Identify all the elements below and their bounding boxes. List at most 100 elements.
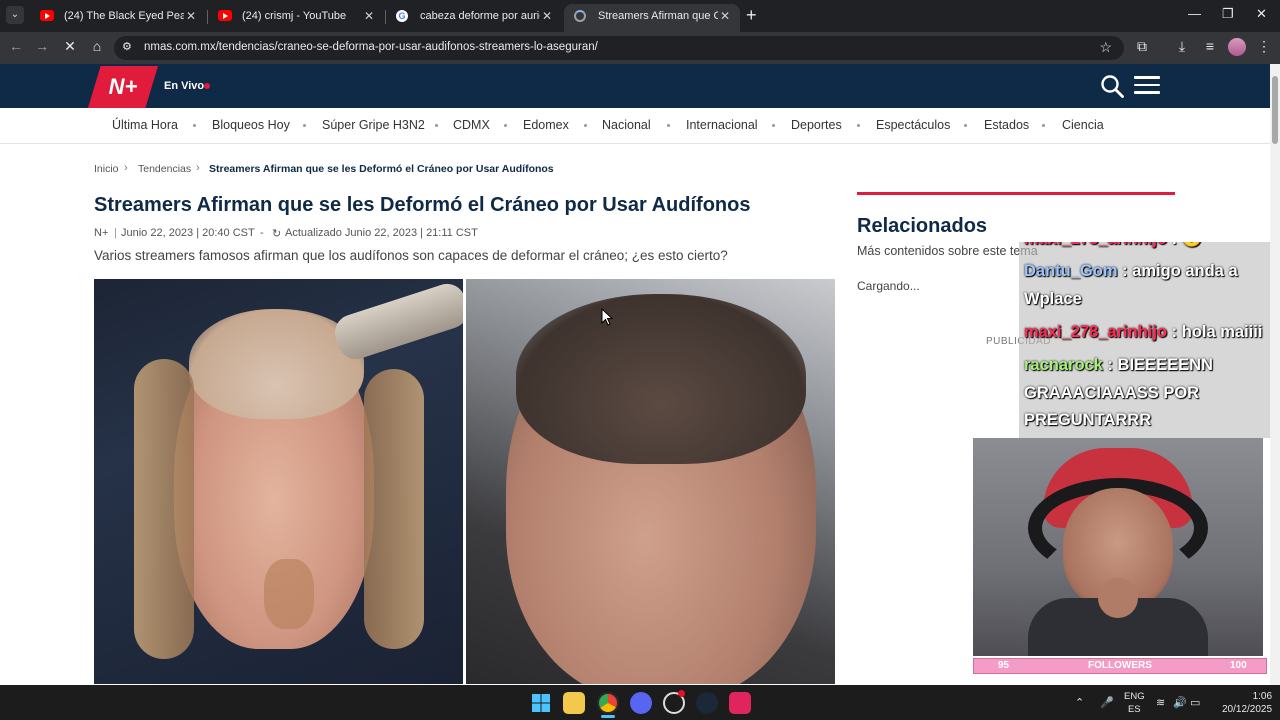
microphone-icon[interactable]: 🎤: [1100, 696, 1114, 709]
nav-separator: [303, 124, 306, 127]
steam-icon[interactable]: [696, 692, 718, 714]
close-tab-icon[interactable]: ✕: [186, 4, 196, 28]
nav-item-bloqueos-hoy[interactable]: Bloqueos Hoy: [212, 118, 290, 132]
nav-item-estados[interactable]: Estados: [984, 118, 1029, 132]
article-image-right: [466, 279, 835, 684]
loading-icon: [574, 10, 586, 22]
tab-streamers-article[interactable]: Streamers Afirman que Cráneo ✕: [564, 4, 740, 32]
article-author[interactable]: N+: [94, 227, 108, 239]
nav-item-espectaculos[interactable]: Espectáculos: [876, 118, 950, 132]
live-indicator-icon: [204, 83, 210, 89]
tiktok-icon[interactable]: [729, 692, 751, 714]
tab-crismj-youtube[interactable]: (24) crismj - YouTube ✕: [208, 4, 384, 32]
google-icon: G: [396, 10, 408, 22]
followers-goal: 100: [1230, 660, 1247, 671]
profile-avatar[interactable]: [1228, 38, 1246, 56]
search-icon[interactable]: [1100, 74, 1124, 98]
stream-chat-overlay: maxi_278_arinhijo : 🙂 Dantu_Gom : amigo …: [1019, 242, 1270, 438]
close-tab-icon[interactable]: ✕: [720, 4, 730, 28]
nav-separator: [772, 124, 775, 127]
notification-badge: [678, 690, 685, 697]
system-clock[interactable]: 1:06 20/12/2025: [1222, 690, 1272, 716]
nav-item-ultima-hora[interactable]: Última Hora: [112, 118, 178, 132]
media-queue-icon[interactable]: ≡: [1200, 38, 1220, 54]
nav-separator: [667, 124, 670, 127]
forward-icon[interactable]: →: [32, 38, 52, 54]
related-subtitle: Más contenidos sobre este tema: [857, 244, 1038, 258]
webcam-overlay: [973, 438, 1263, 656]
followers-goal-bar: 95 FOLLOWERS 100: [973, 658, 1267, 674]
nav-item-internacional[interactable]: Internacional: [686, 118, 758, 132]
mouse-cursor-icon: [601, 308, 613, 326]
related-accent-bar: [857, 192, 1175, 195]
file-explorer-icon[interactable]: [563, 692, 585, 714]
scrollbar-thumb[interactable]: [1272, 76, 1278, 144]
breadcrumb-current: Streamers Afirman que se les Deformó el …: [209, 163, 554, 175]
bookmark-star-icon[interactable]: ☆: [1099, 39, 1112, 56]
close-tab-icon[interactable]: ✕: [364, 4, 374, 28]
article-lede: Varios streamers famosos afirman que los…: [94, 248, 728, 263]
beard: [264, 559, 314, 629]
nav-item-super-gripe[interactable]: Súper Gripe H3N2: [322, 118, 425, 132]
breadcrumb-tendencias[interactable]: Tendencias: [138, 163, 191, 175]
meta-divider: |: [114, 227, 117, 239]
wifi-icon[interactable]: ≋: [1156, 696, 1165, 709]
discord-icon[interactable]: [630, 692, 652, 714]
meta-dash: -: [260, 227, 264, 239]
nav-separator: [504, 124, 507, 127]
updated-date: Actualizado Junio 22, 2023 | 21:11 CST: [285, 227, 478, 239]
hand: [1098, 578, 1138, 618]
nav-separator: [435, 124, 438, 127]
chat-message: Dantu_Gom : amigo anda a: [1024, 262, 1238, 280]
nav-separator: [193, 124, 196, 127]
related-loading-text: Cargando...: [857, 279, 920, 293]
more-menu-icon[interactable]: ⋮: [1254, 38, 1274, 55]
restore-icon[interactable]: ❐: [1222, 6, 1234, 22]
chat-message: maxi_278_arinhijo : hola maiiii: [1024, 323, 1263, 341]
downloads-icon[interactable]: ⤓: [1172, 38, 1192, 55]
breadcrumb-inicio[interactable]: Inicio: [94, 163, 119, 175]
tab-google-search[interactable]: G cabeza deforme por auriculares ✕: [386, 4, 562, 32]
extensions-icon[interactable]: ⧉: [1132, 38, 1152, 55]
nav-separator: [857, 124, 860, 127]
nav-item-ciencia[interactable]: Ciencia: [1062, 118, 1104, 132]
nav-item-cdmx[interactable]: CDMX: [453, 118, 490, 132]
minimize-icon[interactable]: —: [1188, 6, 1201, 21]
battery-icon[interactable]: ▭: [1190, 696, 1200, 709]
nav-item-edomex[interactable]: Edomex: [523, 118, 569, 132]
address-bar[interactable]: ⚙ nmas.com.mx/tendencias/craneo-se-defor…: [114, 36, 1124, 60]
close-tab-icon[interactable]: ✕: [542, 4, 552, 28]
related-title: Relacionados: [857, 215, 988, 237]
nav-item-nacional[interactable]: Nacional: [602, 118, 651, 132]
hamburger-menu-icon[interactable]: [1134, 76, 1160, 96]
nav-separator: [964, 124, 967, 127]
tab-search-button[interactable]: ⌄: [6, 6, 24, 24]
published-date: Junio 22, 2023 | 20:40 CST: [121, 227, 255, 239]
article-image-left: [94, 279, 463, 684]
volume-icon[interactable]: 🔊: [1173, 696, 1187, 709]
live-link[interactable]: En Vivo: [164, 80, 204, 92]
chat-message-continued: PREGUNTARRR: [1024, 411, 1152, 429]
nav-separator: [584, 124, 587, 127]
back-icon[interactable]: ←: [6, 38, 26, 54]
url-text[interactable]: nmas.com.mx/tendencias/craneo-se-deforma…: [144, 41, 598, 53]
article-headline: Streamers Afirman que se les Deformó el …: [94, 194, 751, 216]
updated-clock-icon: ↻: [272, 228, 282, 240]
show-hidden-icons-chevron[interactable]: ⌃: [1075, 696, 1084, 709]
chat-message-continued: Wplace: [1024, 290, 1082, 308]
hair-right: [364, 369, 424, 649]
chat-message: maxi_278_arinhijo : 🙂: [1024, 242, 1202, 249]
tab-black-eyed-peas[interactable]: (24) The Black Eyed Peas - Pump ✕: [30, 4, 206, 32]
home-icon[interactable]: ⌂: [87, 38, 107, 54]
chrome-icon[interactable]: [597, 692, 619, 714]
language-indicator[interactable]: ENG ES: [1124, 690, 1145, 716]
nav-item-deportes[interactable]: Deportes: [791, 118, 842, 132]
page-scrollbar[interactable]: [1270, 64, 1280, 685]
chat-message-continued: GRAAACIAAASS POR: [1024, 384, 1200, 402]
site-info-icon[interactable]: ⚙: [122, 40, 132, 53]
stop-icon[interactable]: ✕: [60, 38, 80, 55]
start-button-icon[interactable]: [530, 692, 552, 714]
new-tab-button[interactable]: +: [746, 5, 757, 26]
close-window-icon[interactable]: ✕: [1256, 6, 1267, 22]
followers-label: FOLLOWERS: [1088, 660, 1152, 671]
